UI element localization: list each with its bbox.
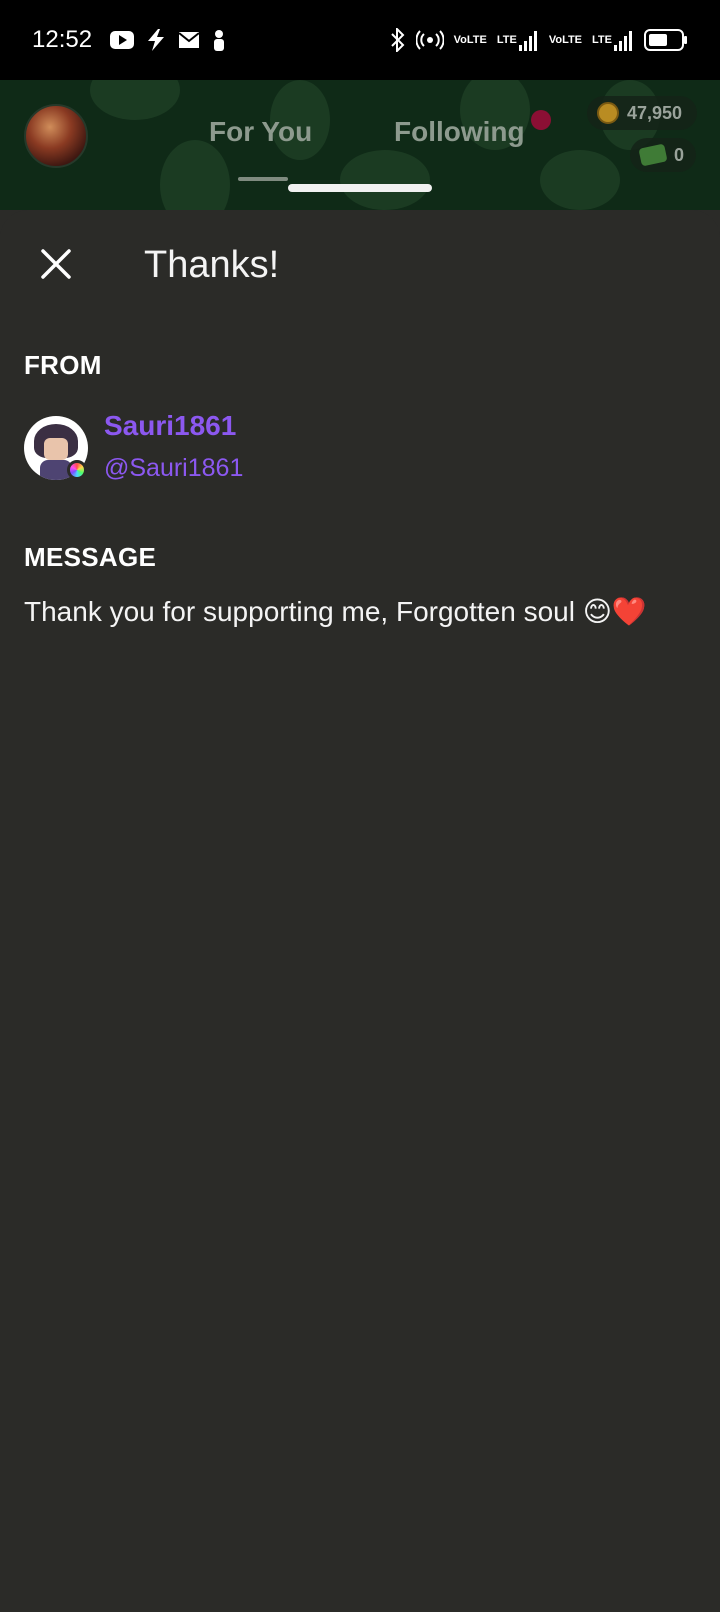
status-right-icons: Vo LTE LTE Vo LTE LTE bbox=[390, 28, 688, 52]
signal-icon: LTE bbox=[497, 29, 539, 51]
sender-handle[interactable]: @Sauri1861 bbox=[104, 454, 243, 483]
tab-following[interactable]: Following bbox=[394, 116, 525, 148]
my-avatar[interactable] bbox=[24, 104, 88, 168]
sheet-drag-handle[interactable] bbox=[288, 184, 432, 192]
person-icon bbox=[212, 29, 226, 51]
lte-label: LTE bbox=[496, 33, 517, 46]
coins-value: 47,950 bbox=[627, 102, 683, 123]
coins-balance[interactable]: 47,950 bbox=[587, 96, 697, 130]
status-time: 12:52 bbox=[32, 26, 93, 53]
gems-balance[interactable]: 0 bbox=[630, 138, 696, 172]
badge-icon bbox=[67, 460, 87, 480]
close-button[interactable] bbox=[38, 246, 74, 282]
status-bar: 12:52 Vo LTE LTE Vo LTE LTE bbox=[0, 0, 720, 80]
youtube-icon bbox=[110, 31, 135, 49]
close-icon bbox=[41, 249, 71, 279]
sheet-title: Thanks! bbox=[144, 244, 280, 286]
battery-icon bbox=[644, 28, 688, 52]
volte-icon-2: Vo LTE bbox=[548, 33, 583, 46]
gem-icon bbox=[638, 143, 668, 167]
bolt-icon bbox=[146, 29, 166, 51]
active-tab-indicator bbox=[238, 177, 288, 181]
hotspot-icon bbox=[415, 29, 444, 51]
from-label: FROM bbox=[24, 350, 102, 380]
thanks-sheet: Thanks! FROM Sauri1861 @Sauri1861 MESSAG… bbox=[0, 210, 720, 1612]
volte-icon: Vo LTE bbox=[453, 33, 487, 46]
coin-icon bbox=[597, 102, 619, 124]
gems-value: 0 bbox=[674, 144, 685, 165]
signal-icon-2: LTE bbox=[592, 29, 634, 51]
mail-icon bbox=[178, 31, 200, 49]
status-left-icons bbox=[110, 29, 226, 51]
notification-dot bbox=[531, 110, 551, 130]
sender-name[interactable]: Sauri1861 bbox=[104, 410, 236, 442]
lte-label-2: LTE bbox=[592, 33, 612, 46]
message-text: Thank you for supporting me, Forgotten s… bbox=[24, 596, 647, 627]
message-label: MESSAGE bbox=[24, 542, 157, 572]
tab-for-you[interactable]: For You bbox=[209, 116, 312, 148]
bluetooth-icon bbox=[390, 28, 406, 52]
